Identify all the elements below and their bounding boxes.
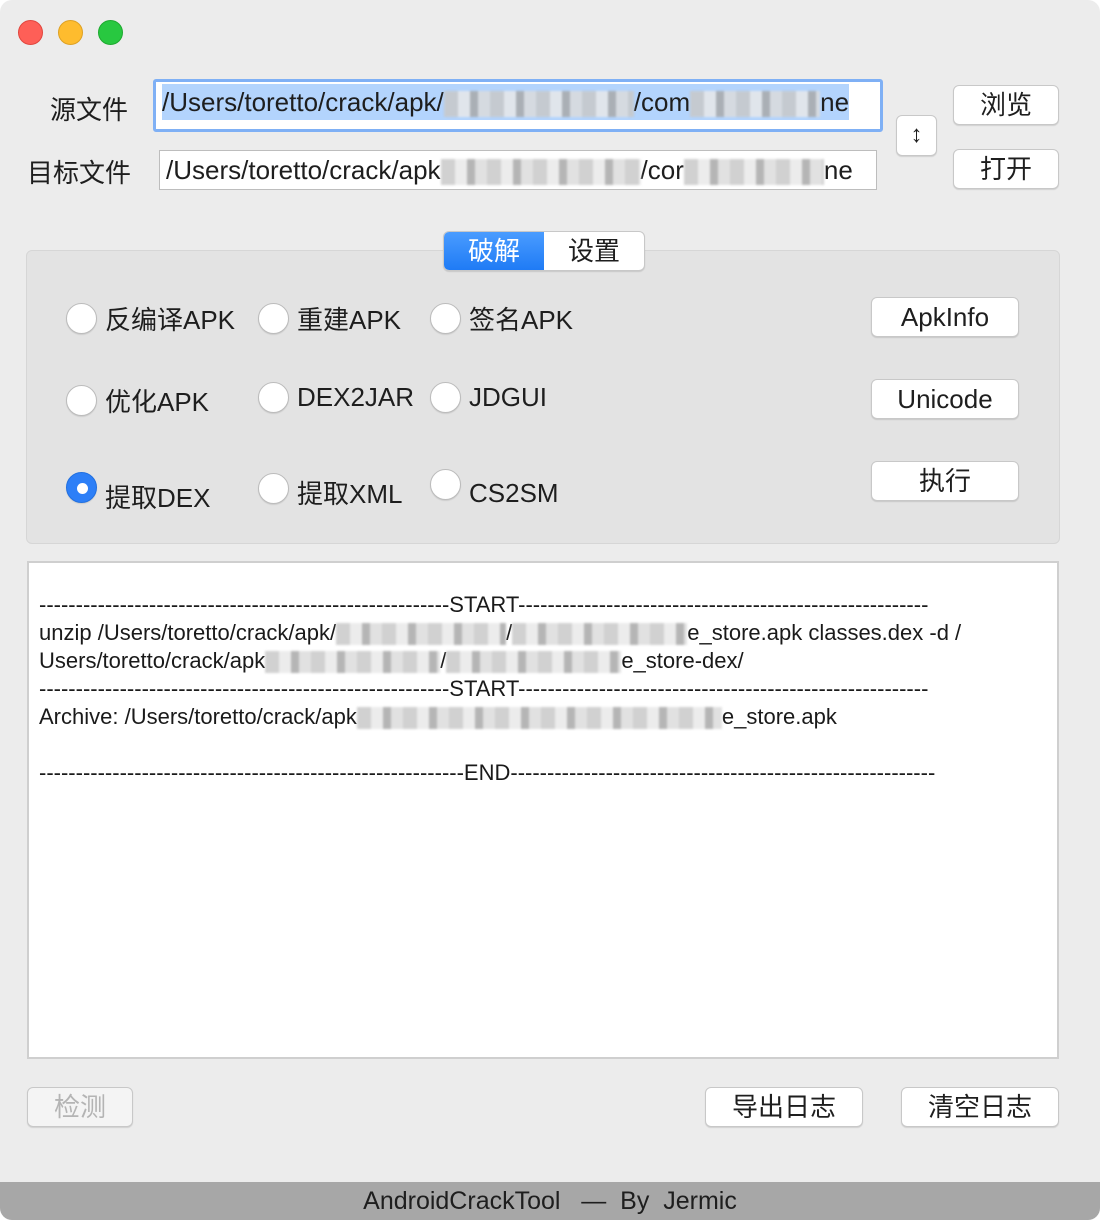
radio-circle (66, 472, 97, 503)
redacted-segment (265, 651, 441, 674)
radio-label: CS2SM (469, 478, 559, 508)
redacted-segment (440, 159, 641, 186)
radio-circle (66, 303, 97, 334)
radio-jdgui[interactable]: JDGUI (430, 382, 547, 413)
tab-bar: 破解 设置 (443, 231, 645, 271)
execute-button[interactable]: 执行 (871, 461, 1019, 501)
footer-credit: AndroidCrackTool — By Jermic (0, 1182, 1100, 1220)
radio-label: JDGUI (469, 382, 547, 412)
radio-extract-dex[interactable]: 提取DEX (66, 460, 210, 515)
redacted-segment (690, 91, 821, 118)
source-path-selection: /Users/toretto/crack/apk/ /com ne (162, 84, 850, 120)
open-button[interactable]: 打开 (953, 149, 1059, 189)
radio-circle (258, 303, 289, 334)
apkinfo-button[interactable]: ApkInfo (871, 297, 1019, 337)
redacted-segment (512, 623, 688, 646)
radio-label: 反编译APK (105, 305, 236, 335)
redacted-segment (356, 707, 722, 730)
target-file-label: 目标文件 (27, 158, 132, 188)
log-text: unzip /Users/toretto/crack/apk/ (39, 620, 337, 645)
detect-button[interactable]: 检测 (27, 1087, 133, 1127)
radio-circle (430, 382, 461, 413)
radio-circle (258, 382, 289, 413)
app-window: 源文件 /Users/toretto/crack/apk/ /com ne 目标文件… (0, 0, 1100, 1220)
log-text: e_store.apk (721, 704, 837, 729)
log-line: Archive: /Users/toretto/crack/apk e_store… (39, 703, 1047, 731)
radio-circle (430, 469, 461, 500)
browse-button[interactable]: 浏览 (953, 85, 1059, 125)
radio-label: 提取XML (297, 479, 403, 509)
swap-arrows-icon[interactable]: ↕ (896, 115, 937, 156)
log-text: e_store.apk classes.dex -d / (687, 620, 962, 645)
log-line: ----------------------------------------… (39, 676, 929, 701)
source-path-suffix: ne (820, 87, 850, 117)
close-window-button[interactable] (18, 20, 43, 45)
tab-crack[interactable]: 破解 (444, 232, 544, 270)
minimize-window-button[interactable] (58, 20, 83, 45)
zoom-window-button[interactable] (98, 20, 123, 45)
target-path-suffix: ne (823, 155, 853, 185)
radio-circle (430, 303, 461, 334)
radio-optimize-apk[interactable]: 优化APK (66, 382, 209, 419)
log-line: ----------------------------------------… (39, 760, 936, 785)
target-path-mid: /cor (640, 155, 684, 185)
radio-label: 签名APK (469, 305, 574, 335)
log-line-empty (39, 731, 1047, 759)
log-line: unzip /Users/toretto/crack/apk// e_store.… (39, 619, 1047, 647)
target-file-input[interactable]: /Users/toretto/crack/apk/cor ne (159, 150, 877, 190)
export-log-button[interactable]: 导出日志 (705, 1087, 863, 1127)
redacted-segment (443, 91, 634, 118)
radio-extract-xml[interactable]: 提取XML (258, 466, 402, 511)
radio-rebuild-apk[interactable]: 重建APK (258, 300, 401, 337)
radio-dex2jar[interactable]: DEX2JAR (258, 382, 414, 413)
redacted-segment (446, 651, 622, 674)
radio-decompile-apk[interactable]: 反编译APK (66, 300, 235, 337)
log-text: e_store-dex/ (621, 648, 744, 673)
target-path-prefix: /Users/toretto/crack/apk (166, 155, 441, 185)
source-file-input[interactable]: /Users/toretto/crack/apk/ /com ne (153, 79, 883, 132)
source-path-prefix: /Users/toretto/crack/apk/ (162, 87, 444, 117)
source-path-mid: /com (633, 87, 691, 117)
radio-circle (66, 385, 97, 416)
radio-sign-apk[interactable]: 签名APK (430, 300, 573, 337)
radio-cs2sm[interactable]: CS2SM (430, 460, 559, 509)
source-file-label: 源文件 (50, 95, 129, 125)
clear-log-button[interactable]: 清空日志 (901, 1087, 1059, 1127)
log-text: Archive: /Users/toretto/crack/apk (39, 704, 357, 729)
radio-label: DEX2JAR (297, 382, 415, 412)
radio-circle (258, 473, 289, 504)
log-output[interactable]: ----------------------------------------… (27, 561, 1059, 1059)
log-line: ----------------------------------------… (39, 592, 929, 617)
redacted-segment (683, 159, 824, 186)
radio-label: 重建APK (297, 305, 402, 335)
redacted-segment (336, 623, 507, 646)
log-text: Users/toretto/crack/apk (39, 648, 266, 673)
log-line: Users/toretto/crack/apk / e_store-dex/ (39, 647, 1047, 675)
unicode-button[interactable]: Unicode (871, 379, 1019, 419)
radio-label: 提取DEX (105, 483, 211, 513)
radio-label: 优化APK (105, 387, 210, 417)
tab-settings[interactable]: 设置 (544, 232, 644, 270)
